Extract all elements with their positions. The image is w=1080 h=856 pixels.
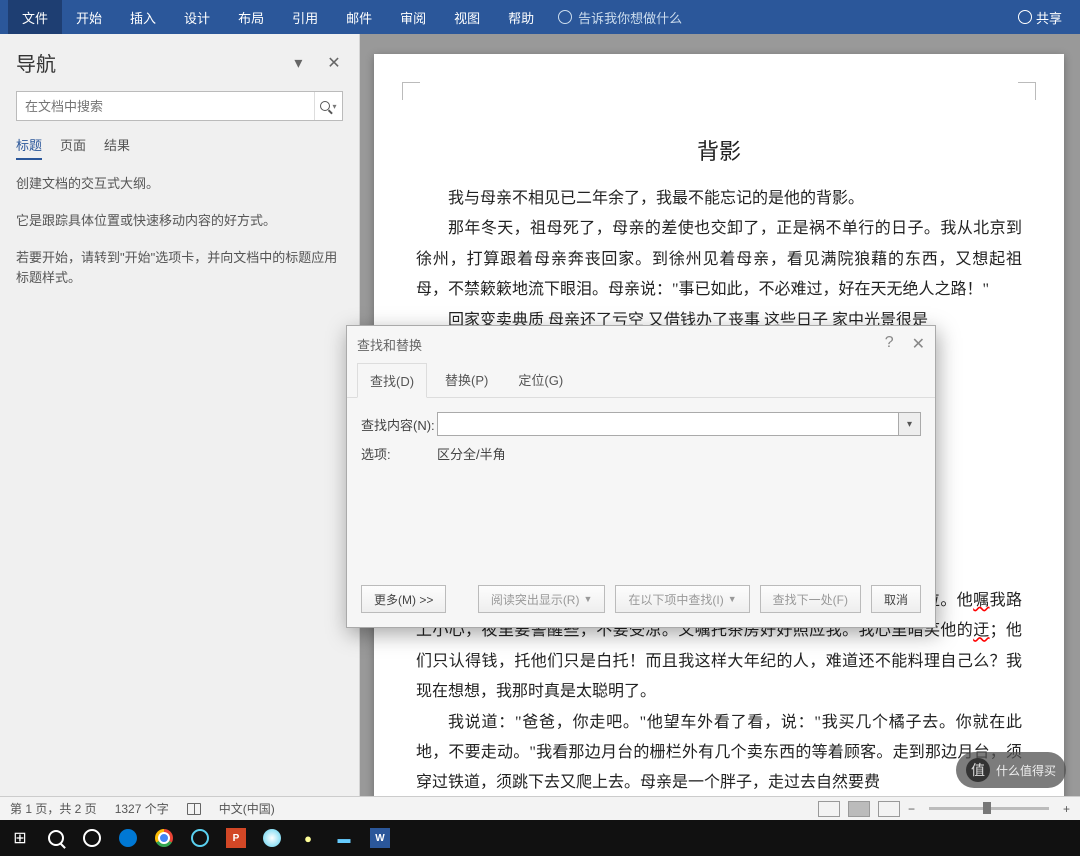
navigation-pane: 导航 ▾ ✕ 标题 页面 结果 创建文档的交互式大纲。 它是跟踪具体位置或快速移… [0,34,360,796]
read-mode-button[interactable] [818,801,840,817]
dialog-help-icon[interactable]: ? [885,334,894,354]
dialog-title: 查找和替换 [357,335,422,354]
nav-tab-pages[interactable]: 页面 [60,135,86,160]
ribbon-tab-references[interactable]: 引用 [278,0,332,34]
app-icon[interactable]: ▬ [328,822,360,854]
dialog-titlebar[interactable]: 查找和替换 ? ✕ [347,326,935,362]
ribbon-tab-insert[interactable]: 插入 [116,0,170,34]
dialog-close-icon[interactable]: ✕ [912,334,925,354]
web-layout-button[interactable] [878,801,900,817]
ribbon-tab-home[interactable]: 开始 [62,0,116,34]
word-count[interactable]: 1327 个字 [115,800,169,817]
nav-tab-headings[interactable]: 标题 [16,135,42,160]
app-icon[interactable] [184,822,216,854]
reading-highlight-button[interactable]: 阅读突出显示(R)▼ [478,585,606,613]
find-in-button[interactable]: 在以下项中查找(I)▼ [615,585,749,613]
find-what-dropdown[interactable]: ▾ [899,412,921,436]
search-icon [320,101,330,111]
crop-mark [1018,82,1036,100]
ribbon-tab-design[interactable]: 设计 [170,0,224,34]
tell-me-label: 告诉我你想做什么 [578,8,682,27]
options-value: 区分全/半角 [437,444,506,463]
status-bar: 第 1 页，共 2 页 1327 个字 中文(中国) − + [0,796,1080,820]
start-button[interactable]: ⊞ [4,822,36,854]
cortana-icon[interactable] [76,822,108,854]
dialog-tab-replace[interactable]: 替换(P) [433,363,500,398]
ribbon-tab-mailings[interactable]: 邮件 [332,0,386,34]
taskbar: ⊞ P ● ▬ W [0,820,1080,856]
nav-hint: 若要开始，请转到"开始"选项卡，并向文档中的标题应用标题样式。 [16,248,343,290]
watermark-text: 什么值得买 [996,762,1056,779]
document-title: 背影 [416,134,1022,166]
paragraph: 我与母亲不相见已二年余了，我最不能忘记的是他的背影。 [416,184,1022,214]
edge-icon[interactable] [112,822,144,854]
proofing-icon[interactable] [187,803,201,815]
word-icon[interactable]: W [364,822,396,854]
ribbon-tab-file[interactable]: 文件 [8,0,62,34]
nav-search-button[interactable] [314,92,342,120]
options-label: 选项: [361,444,437,463]
nav-search-box [16,91,343,121]
chrome-icon[interactable] [148,822,180,854]
ribbon-tab-review[interactable]: 审阅 [386,0,440,34]
nav-hint: 创建文档的交互式大纲。 [16,174,343,195]
find-replace-dialog: 查找和替换 ? ✕ 查找(D) 替换(P) 定位(G) 查找内容(N): ▾ 选… [346,325,936,628]
share-button[interactable]: 共享 [1008,8,1072,27]
nav-title: 导航 [16,48,56,77]
taskbar-search-icon[interactable] [40,822,72,854]
nav-dropdown-icon[interactable]: ▾ [289,54,307,72]
paragraph: 我说道："爸爸，你走吧。"他望车外看了看，说："我买几个橘子去。你就在此地，不要… [416,708,1022,796]
dialog-tab-find[interactable]: 查找(D) [357,363,427,398]
nav-hint: 它是跟踪具体位置或快速移动内容的好方式。 [16,211,343,232]
nav-tab-results[interactable]: 结果 [104,135,130,160]
share-label: 共享 [1036,8,1062,27]
more-button[interactable]: 更多(M) >> [361,585,446,613]
share-icon [1018,10,1032,24]
dialog-tab-goto[interactable]: 定位(G) [506,363,575,398]
cancel-button[interactable]: 取消 [871,585,921,613]
tencent-icon[interactable] [256,822,288,854]
paragraph: 那年冬天，祖母死了，母亲的差使也交卸了，正是祸不单行的日子。我从北京到徐州，打算… [416,214,1022,305]
ribbon-tab-view[interactable]: 视图 [440,0,494,34]
page-status[interactable]: 第 1 页，共 2 页 [10,800,97,817]
nav-search-input[interactable] [17,92,314,120]
find-what-input[interactable] [437,412,899,436]
zoom-in-button[interactable]: + [1063,802,1070,816]
zoom-out-button[interactable]: − [908,802,915,816]
lightbulb-icon [558,10,572,24]
crop-mark [402,82,420,100]
find-what-label: 查找内容(N): [361,415,437,434]
find-next-button[interactable]: 查找下一处(F) [760,585,861,613]
tell-me-search[interactable]: 告诉我你想做什么 [558,8,682,27]
app-icon[interactable]: ● [292,822,324,854]
ribbon-tab-help[interactable]: 帮助 [494,0,548,34]
zoom-slider[interactable] [929,807,1049,810]
language-status[interactable]: 中文(中国) [219,800,275,817]
ribbon-tab-layout[interactable]: 布局 [224,0,278,34]
print-layout-button[interactable] [848,801,870,817]
watermark-icon: 值 [966,758,990,782]
powerpoint-icon[interactable]: P [220,822,252,854]
zoom-thumb[interactable] [983,802,991,814]
watermark: 值 什么值得买 [956,752,1066,788]
nav-body: 创建文档的交互式大纲。 它是跟踪具体位置或快速移动内容的好方式。 若要开始，请转… [16,174,343,289]
ribbon: 文件 开始 插入 设计 布局 引用 邮件 审阅 视图 帮助 告诉我你想做什么 共… [0,0,1080,34]
nav-close-icon[interactable]: ✕ [325,54,343,72]
